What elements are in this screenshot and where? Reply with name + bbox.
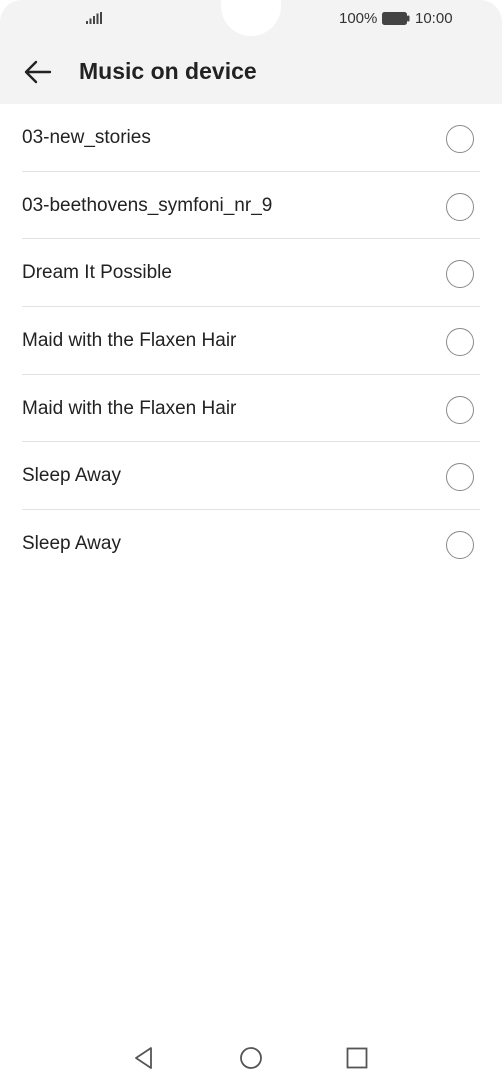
top-area: 100% 10:00 Music on device <box>0 0 502 104</box>
circle-home-icon[interactable] <box>238 1045 264 1071</box>
list-item[interactable]: Dream It Possible <box>22 239 480 308</box>
status-bar: 100% 10:00 <box>0 0 502 38</box>
song-title: 03-new_stories <box>22 127 151 148</box>
radio-button[interactable] <box>446 395 474 424</box>
list-item[interactable]: Maid with the Flaxen Hair <box>22 375 480 443</box>
song-title: Dream It Possible <box>22 262 172 284</box>
list-item[interactable]: 03-beethovens_symfoni_nr_9 <box>22 172 480 240</box>
clock: 10:00 <box>415 10 453 27</box>
battery-icon <box>382 12 410 25</box>
page-title: Music on device <box>79 58 257 84</box>
song-title: Maid with the Flaxen Hair <box>22 397 237 419</box>
list-item[interactable]: 03-new_stories <box>22 104 480 172</box>
radio-button[interactable] <box>446 260 474 289</box>
radio-button[interactable] <box>446 463 474 492</box>
list-item[interactable]: Maid with the Flaxen Hair <box>22 307 480 375</box>
navigation-bar <box>0 1035 502 1081</box>
song-title: Sleep Away <box>22 465 121 487</box>
list-item[interactable]: Sleep Away <box>22 510 480 578</box>
song-title: Maid with the Flaxen Hair <box>22 330 237 352</box>
arrow-left-icon <box>24 60 52 84</box>
radio-button[interactable] <box>446 531 474 560</box>
radio-button[interactable] <box>446 125 474 153</box>
radio-button[interactable] <box>446 192 474 221</box>
song-title: 03-beethovens_symfoni_nr_9 <box>22 194 273 216</box>
song-title: Sleep Away <box>22 533 121 555</box>
song-list: 03-new_stories 03-beethovens_symfoni_nr_… <box>0 104 502 578</box>
app-bar: Music on device <box>0 48 502 98</box>
battery-percent: 100% <box>339 10 378 27</box>
signal-icon <box>86 12 102 24</box>
radio-button[interactable] <box>446 328 474 357</box>
square-recents-icon[interactable] <box>344 1045 370 1071</box>
back-button[interactable] <box>18 52 58 92</box>
list-item[interactable]: Sleep Away <box>22 442 480 511</box>
triangle-back-icon[interactable] <box>131 1045 157 1071</box>
